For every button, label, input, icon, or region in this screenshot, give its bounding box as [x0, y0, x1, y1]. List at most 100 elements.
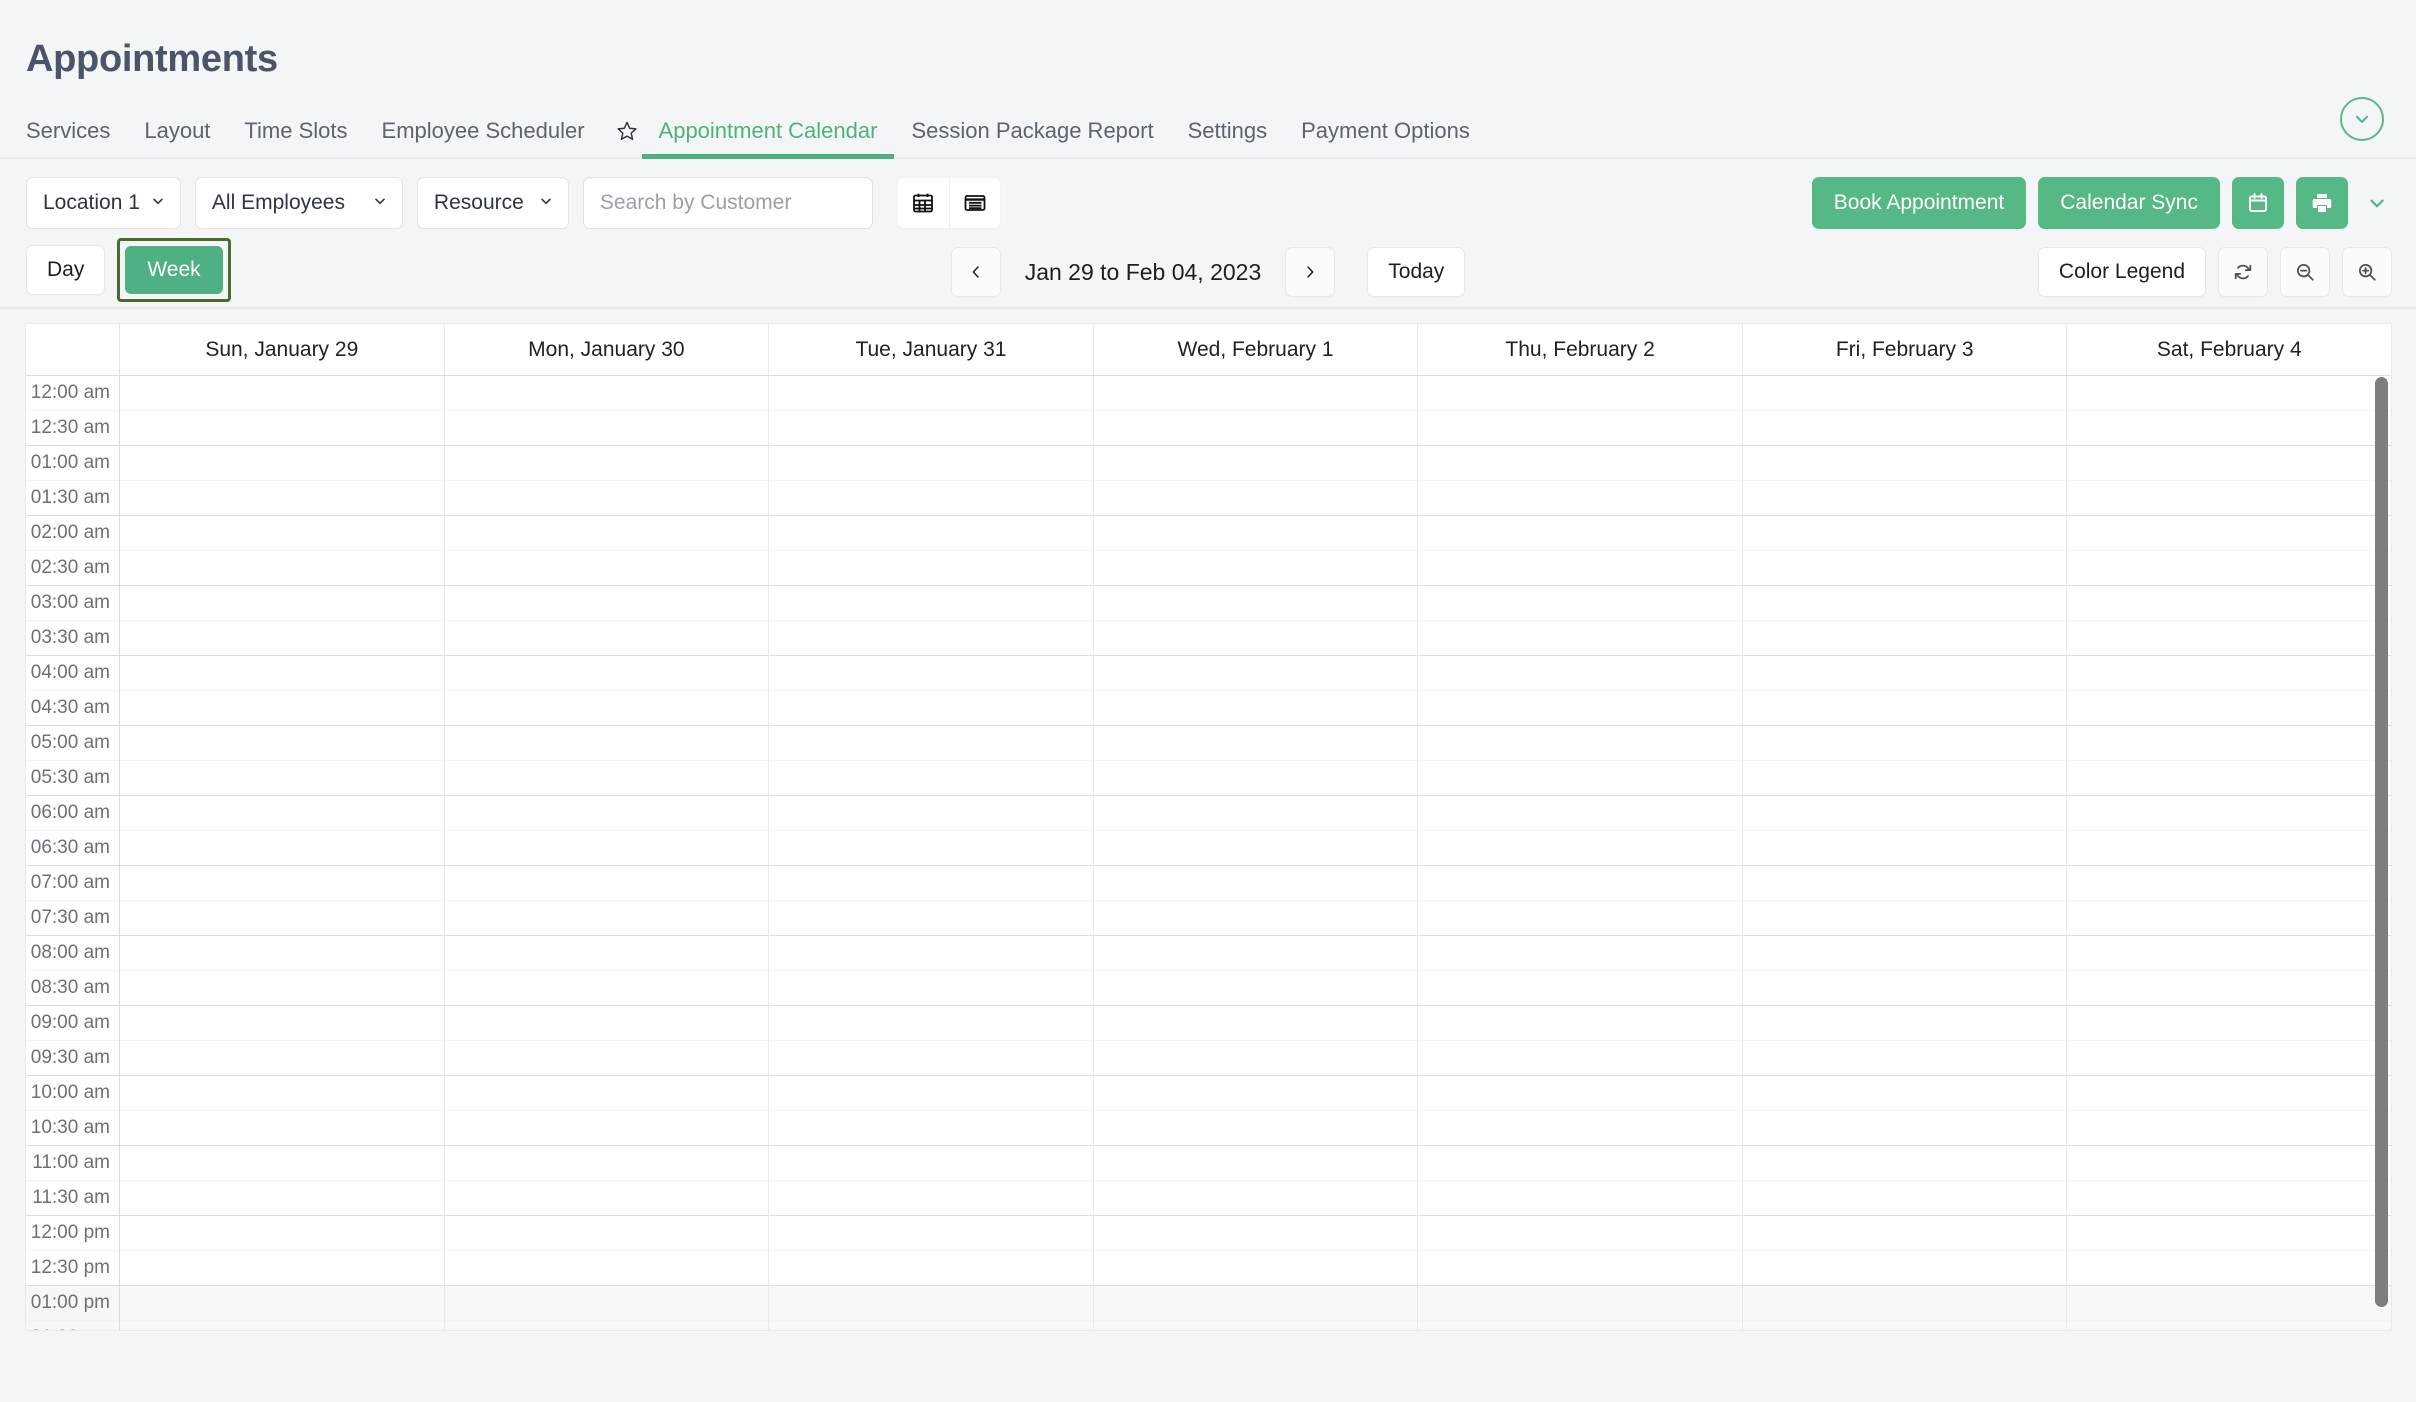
calendar-cell[interactable]	[1742, 691, 2067, 726]
calendar-cell[interactable]	[1418, 1251, 1742, 1286]
calendar-cell[interactable]	[120, 936, 444, 971]
tab-services[interactable]: Services	[26, 120, 127, 157]
calendar-cell[interactable]	[1418, 1321, 1742, 1330]
calendar-cell[interactable]	[444, 691, 769, 726]
calendar-cell[interactable]	[1742, 796, 2067, 831]
calendar-cell[interactable]	[1418, 936, 1742, 971]
calendar-cell[interactable]	[1418, 376, 1742, 411]
calendar-cell[interactable]	[1093, 411, 1418, 446]
week-view-button[interactable]: Week	[125, 246, 223, 294]
search-input[interactable]	[582, 177, 873, 229]
calendar-cell[interactable]	[1093, 971, 1418, 1006]
calendar-scrollbar-thumb[interactable]	[2375, 377, 2388, 1307]
calendar-cell[interactable]	[444, 656, 769, 691]
calendar-cell[interactable]	[444, 901, 769, 936]
calendar-cell[interactable]	[2067, 1111, 2391, 1146]
calendar-cell[interactable]	[444, 516, 769, 551]
calendar-cell[interactable]	[1742, 761, 2067, 796]
calendar-cell[interactable]	[769, 481, 1093, 516]
calendar-cell[interactable]	[1742, 1111, 2067, 1146]
calendar-cell[interactable]	[444, 1111, 769, 1146]
calendar-cell[interactable]	[120, 516, 444, 551]
more-actions-button[interactable]	[2362, 177, 2392, 229]
calendar-cell[interactable]	[1418, 901, 1742, 936]
calendar-cell[interactable]	[2067, 1041, 2391, 1076]
calendar-cell[interactable]	[769, 621, 1093, 656]
calendar-cell[interactable]	[1093, 691, 1418, 726]
calendar-cell[interactable]	[444, 1146, 769, 1181]
calendar-cell[interactable]	[1418, 1286, 1742, 1321]
calendar-button[interactable]	[2232, 177, 2284, 229]
calendar-cell[interactable]	[769, 691, 1093, 726]
calendar-cell[interactable]	[444, 936, 769, 971]
calendar-cell[interactable]	[444, 1041, 769, 1076]
calendar-cell[interactable]	[769, 726, 1093, 761]
calendar-cell[interactable]	[769, 1146, 1093, 1181]
calendar-cell[interactable]	[1093, 516, 1418, 551]
calendar-cell[interactable]	[769, 1321, 1093, 1330]
calendar-cell[interactable]	[2067, 1321, 2391, 1330]
calendar-cell[interactable]	[1093, 621, 1418, 656]
calendar-cell[interactable]	[1418, 831, 1742, 866]
calendar-cell[interactable]	[2067, 971, 2391, 1006]
calendar-cell[interactable]	[2067, 901, 2391, 936]
calendar-cell[interactable]	[1093, 1146, 1418, 1181]
calendar-cell[interactable]	[769, 901, 1093, 936]
calendar-cell[interactable]	[1742, 621, 2067, 656]
calendar-cell[interactable]	[1418, 1006, 1742, 1041]
calendar-cell[interactable]	[1093, 376, 1418, 411]
calendar-cell[interactable]	[444, 481, 769, 516]
calendar-cell[interactable]	[2067, 691, 2391, 726]
calendar-cell[interactable]	[769, 761, 1093, 796]
calendar-cell[interactable]	[1418, 1076, 1742, 1111]
calendar-grid-icon[interactable]	[898, 178, 949, 228]
calendar-cell[interactable]	[1093, 726, 1418, 761]
calendar-cell[interactable]	[1093, 446, 1418, 481]
calendar-cell[interactable]	[444, 411, 769, 446]
calendar-cell[interactable]	[2067, 1181, 2391, 1216]
calendar-cell[interactable]	[1093, 481, 1418, 516]
calendar-cell[interactable]	[120, 446, 444, 481]
calendar-cell[interactable]	[2067, 481, 2391, 516]
calendar-scrollbar[interactable]	[2375, 377, 2388, 1328]
calendar-cell[interactable]	[1742, 376, 2067, 411]
header-collapse-button[interactable]	[2340, 97, 2384, 141]
calendar-cell[interactable]	[120, 726, 444, 761]
prev-week-button[interactable]	[950, 247, 1001, 297]
calendar-cell[interactable]	[769, 656, 1093, 691]
calendar-cell[interactable]	[769, 1041, 1093, 1076]
calendar-cell[interactable]	[1093, 1041, 1418, 1076]
calendar-cell[interactable]	[1742, 516, 2067, 551]
calendar-cell[interactable]	[120, 831, 444, 866]
tab-employee-scheduler[interactable]: Employee Scheduler	[365, 120, 602, 157]
calendar-cell[interactable]	[1093, 1286, 1418, 1321]
calendar-cell[interactable]	[2067, 516, 2391, 551]
calendar-cell[interactable]	[1418, 691, 1742, 726]
calendar-sync-button[interactable]: Calendar Sync	[2038, 177, 2220, 229]
tab-time-slots[interactable]: Time Slots	[227, 120, 364, 157]
calendar-cell[interactable]	[1742, 901, 2067, 936]
calendar-cell[interactable]	[1418, 726, 1742, 761]
color-legend-button[interactable]: Color Legend	[2037, 247, 2206, 297]
next-week-button[interactable]	[1285, 247, 1336, 297]
calendar-cell[interactable]	[120, 866, 444, 901]
calendar-cell[interactable]	[120, 411, 444, 446]
calendar-cell[interactable]	[1093, 1076, 1418, 1111]
calendar-cell[interactable]	[1418, 551, 1742, 586]
calendar-cell[interactable]	[2067, 1251, 2391, 1286]
zoom-in-button[interactable]	[2342, 247, 2392, 297]
list-view-icon[interactable]	[948, 178, 1000, 228]
calendar-cell[interactable]	[769, 1076, 1093, 1111]
calendar-cell[interactable]	[769, 796, 1093, 831]
calendar-cell[interactable]	[1742, 1006, 2067, 1041]
calendar-cell[interactable]	[1742, 1076, 2067, 1111]
calendar-cell[interactable]	[120, 1181, 444, 1216]
calendar-cell[interactable]	[444, 866, 769, 901]
calendar-cell[interactable]	[2067, 376, 2391, 411]
calendar-cell[interactable]	[444, 796, 769, 831]
calendar-cell[interactable]	[120, 1111, 444, 1146]
calendar-cell[interactable]	[1742, 586, 2067, 621]
calendar-cell[interactable]	[2067, 621, 2391, 656]
calendar-cell[interactable]	[1093, 901, 1418, 936]
calendar-cell[interactable]	[120, 761, 444, 796]
